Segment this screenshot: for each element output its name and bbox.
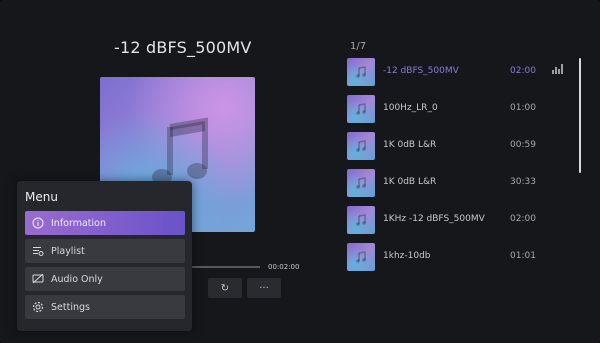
track-thumbnail <box>347 169 375 197</box>
audio-only-icon <box>31 272 45 286</box>
music-note-icon <box>356 140 366 152</box>
track-thumbnail <box>347 206 375 234</box>
menu-item-label: Playlist <box>51 245 85 257</box>
menu-item-label: Audio Only <box>51 273 103 285</box>
music-note-icon <box>356 103 366 115</box>
track-duration: 02:00 <box>510 214 536 224</box>
track-duration: 30:33 <box>510 177 536 187</box>
menu-item-audio-only[interactable]: Audio Only <box>25 267 185 291</box>
menu-title: Menu <box>25 190 58 204</box>
options-menu: Menu Information Playlist Audio Only Set… <box>17 181 192 331</box>
music-note-icon <box>356 177 366 189</box>
playlist-icon <box>31 244 45 258</box>
track-duration: 01:00 <box>510 103 536 113</box>
list-item[interactable]: 1khz-10db 01:01 <box>347 243 569 271</box>
now-playing-icon <box>552 64 564 74</box>
track-thumbnail <box>347 95 375 123</box>
list-item[interactable]: -12 dBFS_500MV 02:00 <box>347 58 569 86</box>
music-note-icon <box>356 66 366 78</box>
track-thumbnail <box>347 243 375 271</box>
music-note-icon <box>356 214 366 226</box>
repeat-icon: ↻ <box>220 282 230 294</box>
repeat-button[interactable]: ↻ <box>208 278 242 298</box>
list-item[interactable]: 1K 0dB L&R 30:33 <box>347 169 569 197</box>
track-duration: 00:59 <box>510 140 536 150</box>
playlist-count: 1/7 <box>350 41 367 52</box>
track-thumbnail <box>347 132 375 160</box>
track-name: 1KHz -12 dBFS_500MV <box>383 214 485 224</box>
more-icon: ··· <box>259 282 269 294</box>
track-name: 1K 0dB L&R <box>383 177 437 187</box>
progress-bar[interactable] <box>190 266 260 268</box>
list-item[interactable]: 100Hz_LR_0 01:00 <box>347 95 569 123</box>
tv-screen: -12 dBFS_500MV 00:02:00 ↻ ··· 1/7 -12 dB… <box>0 0 600 343</box>
list-item[interactable]: 1KHz -12 dBFS_500MV 02:00 <box>347 206 569 234</box>
track-title: -12 dBFS_500MV <box>114 38 252 57</box>
menu-item-playlist[interactable]: Playlist <box>25 239 185 263</box>
menu-item-label: Information <box>51 217 106 229</box>
track-name: 100Hz_LR_0 <box>383 103 438 113</box>
menu-item-information[interactable]: Information <box>25 211 185 235</box>
playlist: -12 dBFS_500MV 02:00 100Hz_LR_0 01:00 1K… <box>347 58 569 280</box>
gear-icon <box>31 300 45 314</box>
track-thumbnail <box>347 58 375 86</box>
playlist-scrollbar[interactable] <box>579 58 581 173</box>
track-duration: 01:01 <box>510 251 536 261</box>
info-icon <box>31 216 45 230</box>
track-name: 1khz-10db <box>383 251 431 261</box>
more-button[interactable]: ··· <box>247 278 281 298</box>
list-item[interactable]: 1K 0dB L&R 00:59 <box>347 132 569 160</box>
track-duration: 02:00 <box>510 66 536 76</box>
total-time: 00:02:00 <box>268 263 300 271</box>
menu-item-label: Settings <box>51 301 90 313</box>
media-player: -12 dBFS_500MV 00:02:00 ↻ ··· 1/7 -12 dB… <box>0 0 600 343</box>
menu-item-settings[interactable]: Settings <box>25 295 185 319</box>
track-name: 1K 0dB L&R <box>383 140 437 150</box>
music-note-icon <box>356 251 366 263</box>
track-name: -12 dBFS_500MV <box>383 66 459 76</box>
